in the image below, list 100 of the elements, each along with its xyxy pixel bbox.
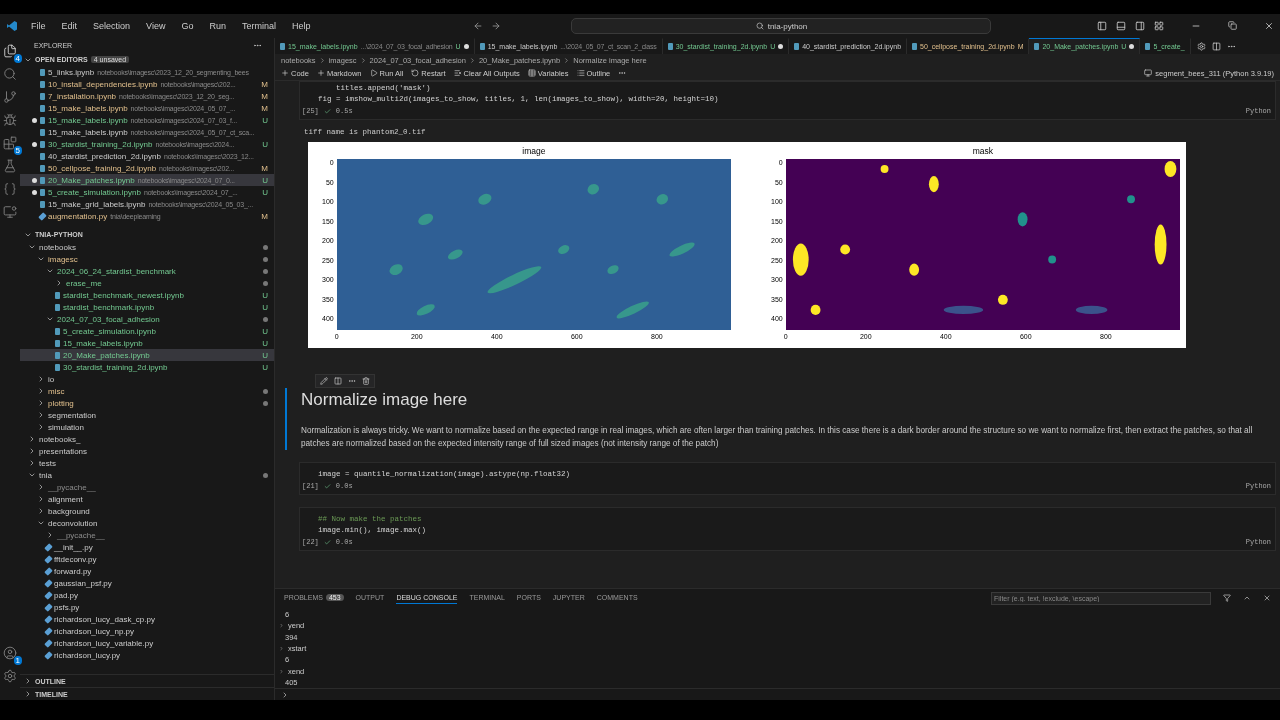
settings-icon[interactable]	[1196, 41, 1206, 51]
tree-item[interactable]: plotting	[20, 397, 274, 409]
tree-item[interactable]: simulation	[20, 421, 274, 433]
tree-item[interactable]: deconvolution	[20, 517, 274, 529]
menu-item[interactable]: Edit	[58, 19, 81, 33]
monitor-icon[interactable]	[3, 205, 17, 219]
account-icon[interactable]	[3, 646, 17, 660]
tree-item[interactable]: 30_stardist_training_2d.ipynb U	[20, 361, 274, 373]
tree-item[interactable]: erase_me	[20, 277, 274, 289]
tree-item[interactable]: 2024_06_24_stardist_benchmark	[20, 265, 274, 277]
clear-icon	[453, 69, 462, 77]
prompt-icon[interactable]	[281, 690, 289, 699]
menu-item[interactable]: Help	[288, 19, 314, 33]
tree-item[interactable]: presentations	[20, 445, 274, 457]
tree-item[interactable]: tests	[20, 457, 274, 469]
branch-icon[interactable]	[3, 90, 17, 104]
tree-item[interactable]: notebooks	[20, 241, 274, 253]
layout-icon[interactable]	[1154, 21, 1164, 31]
tree-item[interactable]: stardist_benchmark_newest.ipynb U	[20, 289, 274, 301]
plus-icon	[316, 69, 325, 77]
markdown-heading: Normalize image here	[301, 390, 469, 410]
panel-bottom-icon[interactable]	[1116, 21, 1126, 31]
tree-item[interactable]: fftdeconv.py	[20, 553, 274, 565]
menu-item[interactable]: Go	[178, 19, 197, 33]
trash-icon[interactable]	[362, 377, 370, 385]
tree-item[interactable]: richardson_lucy_variable.py	[20, 637, 274, 649]
panel-left-icon[interactable]	[1097, 21, 1107, 31]
count-badge: 4	[13, 54, 22, 63]
restore-icon[interactable]	[1228, 21, 1237, 30]
tree-item[interactable]: richardson_lucy.py	[20, 649, 274, 661]
filter-icon[interactable]	[1223, 594, 1231, 602]
notebook-icon	[912, 43, 918, 50]
tree-item[interactable]: imagesc	[20, 253, 274, 265]
files-icon[interactable]	[3, 44, 17, 58]
tree-item[interactable]: forward.py	[20, 565, 274, 577]
panel-right-icon[interactable]	[1135, 21, 1145, 31]
more-icon[interactable]	[253, 41, 262, 50]
split-editor-icon[interactable]	[1211, 41, 1221, 51]
tree-item[interactable]: richardson_lucy_dask_cp.py	[20, 613, 274, 625]
menu-item[interactable]: Run	[206, 19, 229, 33]
tree-item[interactable]: io	[20, 373, 274, 385]
table-icon	[527, 69, 536, 77]
tree-item[interactable]: pad.py	[20, 589, 274, 601]
chevron-right-icon	[359, 56, 367, 64]
more-icon[interactable]	[348, 377, 356, 385]
tree-item[interactable]: 5_create_simulation.ipynb U	[20, 325, 274, 337]
close-icon[interactable]	[1263, 594, 1271, 602]
restart-icon	[411, 69, 420, 77]
split-icon[interactable]	[334, 377, 342, 385]
search-icon[interactable]	[3, 67, 17, 81]
tree-item[interactable]: richardson_lucy_np.py	[20, 625, 274, 637]
settings-icon[interactable]	[3, 669, 17, 683]
list-icon	[576, 69, 585, 77]
tree-item[interactable]: background	[20, 505, 274, 517]
tree-item[interactable]: misc	[20, 385, 274, 397]
tree-item[interactable]: notebooks_	[20, 433, 274, 445]
notebook-icon	[1034, 43, 1040, 50]
check-icon	[323, 538, 331, 546]
forward-arrow-icon[interactable]	[491, 21, 502, 31]
menu-item[interactable]: Selection	[90, 19, 134, 33]
tree-item[interactable]: alignment	[20, 493, 274, 505]
chevron-right-icon	[318, 56, 326, 64]
tree-item[interactable]: __pycache__	[20, 481, 274, 493]
tree-item[interactable]: gaussian_psf.py	[20, 577, 274, 589]
notebook-icon	[1145, 43, 1151, 50]
more-icon[interactable]	[618, 69, 627, 77]
back-arrow-icon[interactable]	[473, 21, 484, 31]
count-badge: 5	[13, 146, 22, 155]
tree-item[interactable]: psfs.py	[20, 601, 274, 613]
tree-item[interactable]: __pycache__	[20, 529, 274, 541]
tree-item[interactable]: tnia	[20, 469, 274, 481]
python-file-icon	[38, 211, 47, 221]
chevron-right-icon	[468, 56, 476, 64]
search-field[interactable]: tnia-python	[571, 18, 992, 34]
menu-item[interactable]: Terminal	[238, 19, 279, 33]
close-icon[interactable]	[1264, 21, 1274, 31]
markdown-paragraph: Normalization is always tricky. We want to normalize based on the expected range in real images, which are often larger than training patches. In this case there is a dark border around the structure so we want to normalize first, then extract the patches, so that all patches are normalized based on the expected intensity range of full sized images (not intensity range of the patch)	[301, 425, 1254, 450]
check-icon	[323, 107, 331, 115]
braces-icon[interactable]	[3, 182, 17, 196]
notebook-icon	[280, 43, 285, 50]
notebook-icon	[667, 43, 673, 50]
search-icon	[755, 22, 764, 30]
plot-title: mask	[971, 146, 994, 158]
menu-item[interactable]: File	[28, 19, 49, 33]
menu-item[interactable]: View	[143, 19, 169, 33]
notebook-icon	[794, 43, 800, 50]
flask-icon[interactable]	[3, 159, 17, 173]
check-icon	[323, 482, 331, 490]
chevron-up-icon[interactable]	[1243, 594, 1251, 602]
tree-item[interactable]: 15_make_labels.ipynb U	[20, 337, 274, 349]
monitor-icon	[1144, 69, 1153, 77]
chevron-right-icon	[563, 56, 571, 64]
pencil-icon[interactable]	[320, 377, 328, 385]
tree-item[interactable]: stardist_benchmark.ipynb U	[20, 301, 274, 313]
tree-item[interactable]: __init__.py	[20, 541, 274, 553]
tree-item[interactable]: 2024_07_03_focal_adhesion	[20, 313, 274, 325]
tree-item[interactable]: 20_Make_patches.ipynb U	[20, 349, 274, 361]
tree-item[interactable]: segmentation	[20, 409, 274, 421]
bug-icon[interactable]	[3, 113, 17, 127]
blocks-icon[interactable]	[3, 136, 17, 150]
